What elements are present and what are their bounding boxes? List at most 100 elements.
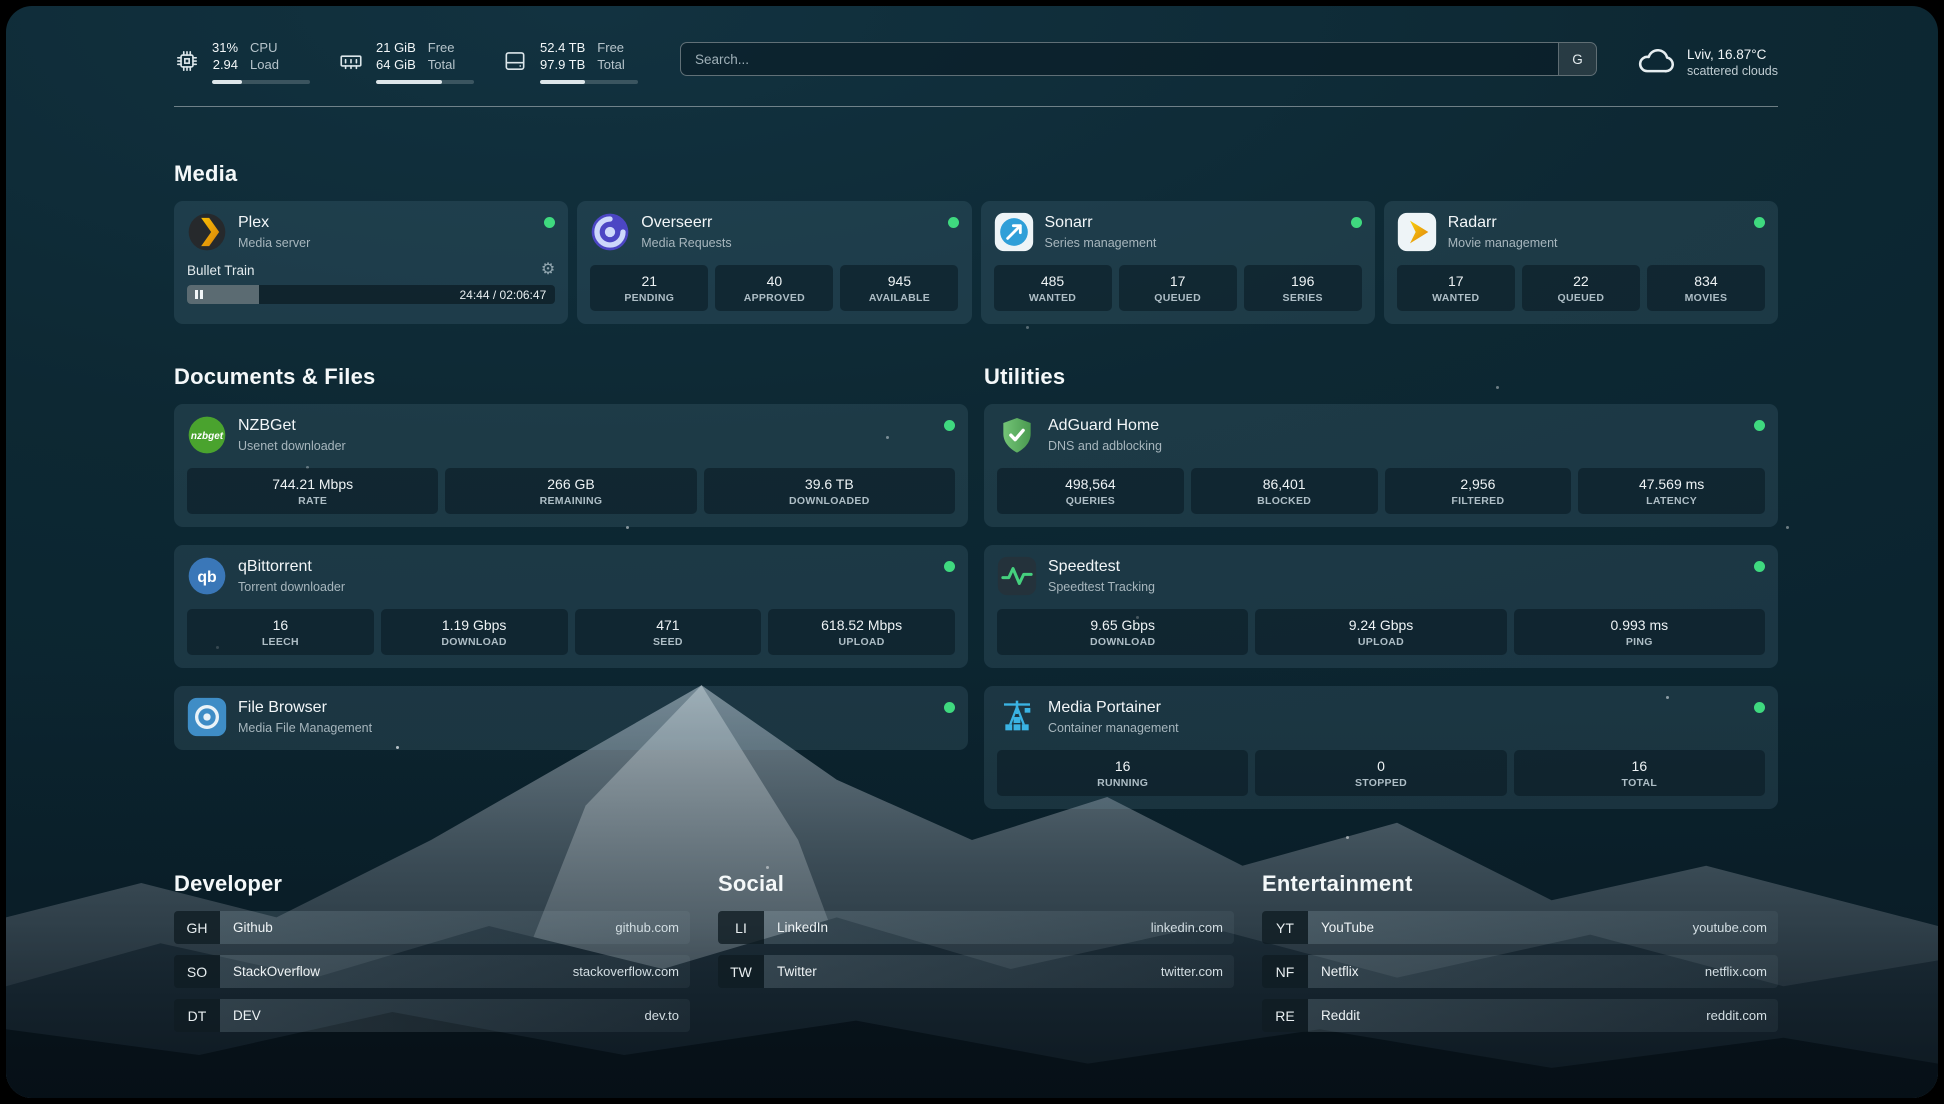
service-card-nzbget[interactable]: nzbget NZBGet Usenet downloader 744.21 M…	[174, 404, 968, 527]
search-bar[interactable]: G	[680, 42, 1597, 76]
service-subtitle: Media File Management	[238, 721, 372, 735]
stat-running: 16RUNNING	[997, 750, 1248, 796]
section-title-social: Social	[718, 871, 1234, 897]
disk-usage-bar	[540, 80, 638, 84]
section-title-documents: Documents & Files	[174, 364, 968, 390]
bookmark-dev[interactable]: DT DEVdev.to	[174, 999, 690, 1032]
service-card-adguard[interactable]: AdGuard Home DNS and adblocking 498,564Q…	[984, 404, 1778, 527]
service-name: Speedtest	[1048, 558, 1155, 576]
service-card-qbittorrent[interactable]: qb qBittorrent Torrent downloader 16LEEC…	[174, 545, 968, 668]
svg-text:nzbget: nzbget	[191, 431, 224, 442]
bookmark-github[interactable]: GH Githubgithub.com	[174, 911, 690, 944]
stat-download: 1.19 GbpsDOWNLOAD	[381, 609, 568, 655]
stat-pending: 21PENDING	[590, 265, 708, 311]
memory-label-bottom: Total	[428, 57, 455, 74]
service-name: Plex	[238, 214, 310, 232]
disk-free: 52.4 TB	[540, 40, 585, 57]
dashboard-screen: 31% 2.94 CPU Load	[6, 6, 1938, 1098]
bookmark-twitter[interactable]: TW Twittertwitter.com	[718, 955, 1234, 988]
service-card-sonarr[interactable]: Sonarr Series management 485WANTED 17QUE…	[981, 201, 1375, 324]
service-name: Media Portainer	[1048, 699, 1179, 717]
gear-icon[interactable]: ⚙	[541, 262, 555, 278]
plex-icon	[187, 212, 227, 252]
weather-widget: Lviv, 16.87°C scattered clouds	[1637, 41, 1778, 84]
stat-wanted: 485WANTED	[994, 265, 1112, 311]
bookmark-abbr: TW	[718, 955, 764, 988]
speedtest-icon	[997, 556, 1037, 596]
search-engine-button[interactable]: G	[1558, 43, 1596, 75]
bookmark-abbr: RE	[1262, 999, 1308, 1032]
status-dot	[948, 217, 959, 228]
stat-upload: 618.52 MbpsUPLOAD	[768, 609, 955, 655]
qbittorrent-icon: qb	[187, 556, 227, 596]
disk-widget: 52.4 TB 97.9 TB Free Total	[502, 40, 638, 84]
service-subtitle: Series management	[1045, 236, 1157, 250]
bookmark-abbr: LI	[718, 911, 764, 944]
cpu-usage-bar	[212, 80, 310, 84]
stat-queued: 17QUEUED	[1119, 265, 1237, 311]
status-dot	[944, 561, 955, 572]
stat-available: 945AVAILABLE	[840, 265, 958, 311]
status-dot	[944, 702, 955, 713]
plex-now-playing: Bullet Train ⚙ 24:44 / 02:06:47	[187, 262, 555, 304]
service-name: Overseerr	[641, 214, 731, 232]
bookmark-netflix[interactable]: NF Netflixnetflix.com	[1262, 955, 1778, 988]
section-title-media: Media	[174, 161, 1778, 187]
service-subtitle: Movie management	[1448, 236, 1558, 250]
stat-leech: 16LEECH	[187, 609, 374, 655]
bookmark-youtube[interactable]: YT YouTubeyoutube.com	[1262, 911, 1778, 944]
service-name: qBittorrent	[238, 558, 345, 576]
memory-free: 21 GiB	[376, 40, 416, 57]
service-card-filebrowser[interactable]: File Browser Media File Management	[174, 686, 968, 750]
svg-text:qb: qb	[197, 569, 217, 586]
cpu-icon	[174, 48, 200, 84]
service-name: NZBGet	[238, 417, 346, 435]
disk-label-top: Free	[597, 40, 624, 57]
stat-rate: 744.21 MbpsRATE	[187, 468, 438, 514]
cpu-widget: 31% 2.94 CPU Load	[174, 40, 310, 84]
disk-icon	[502, 48, 528, 84]
service-card-radarr[interactable]: Radarr Movie management 17WANTED 22QUEUE…	[1384, 201, 1778, 324]
service-card-portainer[interactable]: Media Portainer Container management 16R…	[984, 686, 1778, 809]
bookmark-abbr: NF	[1262, 955, 1308, 988]
stat-queued: 22QUEUED	[1522, 265, 1640, 311]
service-card-plex[interactable]: Plex Media server Bullet Train ⚙	[174, 201, 568, 324]
stat-seed: 471SEED	[575, 609, 762, 655]
service-card-speedtest[interactable]: Speedtest Speedtest Tracking 9.65 GbpsDO…	[984, 545, 1778, 668]
service-name: Radarr	[1448, 214, 1558, 232]
adguard-icon	[997, 415, 1037, 455]
playback-progress-bar[interactable]: 24:44 / 02:06:47	[187, 285, 555, 304]
service-subtitle: Torrent downloader	[238, 580, 345, 594]
cloud-icon	[1637, 41, 1675, 84]
topbar: 31% 2.94 CPU Load	[174, 40, 1778, 84]
service-subtitle: Media server	[238, 236, 310, 250]
service-name: AdGuard Home	[1048, 417, 1162, 435]
stat-filtered: 2,956FILTERED	[1385, 468, 1572, 514]
bookmark-reddit[interactable]: RE Redditreddit.com	[1262, 999, 1778, 1032]
service-name: File Browser	[238, 699, 372, 717]
snow-particles	[6, 6, 9, 9]
portainer-icon	[997, 697, 1037, 737]
stat-download: 9.65 GbpsDOWNLOAD	[997, 609, 1248, 655]
bookmark-stackoverflow[interactable]: SO StackOverflowstackoverflow.com	[174, 955, 690, 988]
service-subtitle: Usenet downloader	[238, 439, 346, 453]
cpu-percent: 31%	[212, 40, 238, 57]
service-card-overseerr[interactable]: Overseerr Media Requests 21PENDING 40APP…	[577, 201, 971, 324]
status-dot	[1754, 702, 1765, 713]
stat-approved: 40APPROVED	[715, 265, 833, 311]
stat-series: 196SERIES	[1244, 265, 1362, 311]
cpu-label-top: CPU	[250, 40, 279, 57]
section-title-utilities: Utilities	[984, 364, 1778, 390]
overseerr-icon	[590, 212, 630, 252]
pause-icon[interactable]	[195, 290, 203, 299]
section-title-entertainment: Entertainment	[1262, 871, 1778, 897]
search-input[interactable]	[681, 52, 1558, 67]
memory-widget: 21 GiB 64 GiB Free Total	[338, 40, 474, 84]
stat-wanted: 17WANTED	[1397, 265, 1515, 311]
bookmark-abbr: DT	[174, 999, 220, 1032]
weather-condition: scattered clouds	[1687, 64, 1778, 78]
stat-total: 16TOTAL	[1514, 750, 1765, 796]
service-name: Sonarr	[1045, 214, 1157, 232]
stat-queries: 498,564QUERIES	[997, 468, 1184, 514]
bookmark-linkedin[interactable]: LI LinkedInlinkedin.com	[718, 911, 1234, 944]
